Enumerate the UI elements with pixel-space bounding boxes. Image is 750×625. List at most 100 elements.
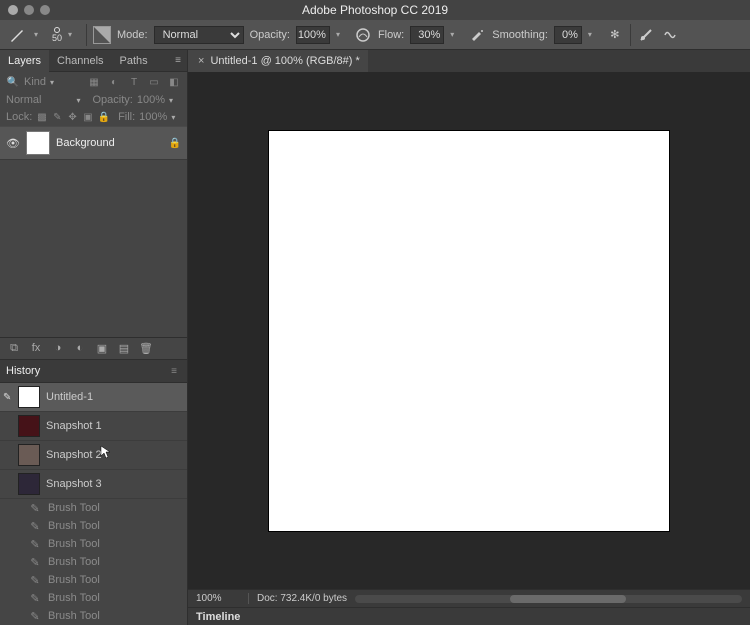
brush-preset-picker[interactable]: 50 — [52, 27, 62, 43]
smoothing-dropdown[interactable]: ▾ — [588, 30, 600, 39]
add-mask-icon[interactable]: ◑ — [50, 342, 66, 355]
document-tab-label: Untitled-1 @ 100% (RGB/8#) * — [210, 55, 359, 67]
history-state-label: Brush Tool — [48, 520, 100, 532]
pressure-size-icon[interactable] — [637, 26, 655, 44]
lock-icon: 🔒 — [169, 138, 181, 149]
visibility-eye-icon[interactable]: 👁 — [6, 137, 20, 150]
zoom-level[interactable]: 100% — [188, 593, 248, 604]
snapshot-thumbnail — [18, 473, 40, 495]
brush-icon: ✎ — [28, 609, 42, 623]
filter-adjust-icon[interactable]: ◐ — [107, 75, 121, 89]
canvas[interactable] — [269, 131, 669, 531]
brush-icon: ✎ — [28, 573, 42, 587]
snapshot-label: Untitled-1 — [46, 391, 93, 403]
lock-brush-icon[interactable]: ✎ — [52, 110, 63, 124]
snapshot-label: Snapshot 3 — [46, 478, 102, 490]
canvas-viewport[interactable] — [188, 72, 750, 589]
lock-position-icon[interactable]: ✥ — [67, 110, 78, 124]
layers-list: 👁 Background 🔒 — [0, 126, 187, 160]
layer-blend-dropdown[interactable]: ▾ — [77, 96, 89, 105]
window-maximize-button[interactable] — [40, 5, 50, 15]
brush-tool-icon[interactable] — [6, 24, 28, 46]
history-panel-menu-icon[interactable]: ≡ — [167, 364, 181, 378]
history-state[interactable]: ✎ Brush Tool — [0, 571, 187, 589]
history-snapshot[interactable]: Snapshot 2 — [0, 441, 187, 470]
close-tab-icon[interactable]: × — [198, 55, 204, 67]
history-snapshot[interactable]: Snapshot 3 — [0, 470, 187, 499]
lock-transparent-icon[interactable]: ▩ — [36, 110, 47, 124]
lock-all-icon[interactable]: 🔒 — [98, 110, 110, 124]
blend-mode-select[interactable]: Normal — [154, 26, 244, 44]
layer-blend-mode[interactable]: Normal — [6, 94, 73, 106]
layer-fx-icon[interactable]: fx — [28, 342, 44, 355]
history-snapshot[interactable]: Snapshot 1 — [0, 412, 187, 441]
layers-panel-menu-icon[interactable]: ≡ — [175, 55, 187, 66]
tab-channels[interactable]: Channels — [49, 50, 111, 72]
history-state[interactable]: ✎Brush Tool — [0, 499, 187, 517]
link-layers-icon[interactable]: ⧉ — [6, 342, 22, 355]
filter-shape-icon[interactable]: ▭ — [147, 75, 161, 89]
horizontal-scrollbar[interactable] — [355, 595, 742, 603]
smoothing-options-icon[interactable]: ✻ — [606, 26, 624, 44]
snapshot-thumbnail — [18, 386, 40, 408]
filter-pixel-icon[interactable]: ▦ — [87, 75, 101, 89]
new-group-icon[interactable]: ▣ — [94, 342, 110, 355]
snapshot-label: Snapshot 1 — [46, 420, 102, 432]
options-bar: ▾ 50 ▾ Mode: Normal Opacity: 100% ▾ Flow… — [0, 20, 750, 50]
history-list: ✎ Untitled-1 Snapshot 1 Snapshot 2 Snaps… — [0, 383, 187, 625]
mouse-cursor-icon — [100, 445, 112, 459]
window-minimize-button[interactable] — [24, 5, 34, 15]
mode-label: Mode: — [117, 29, 148, 41]
opacity-dropdown[interactable]: ▾ — [336, 30, 348, 39]
kind-filter[interactable]: Kind — [24, 76, 46, 88]
fill-label: Fill: — [118, 111, 135, 123]
airbrush-icon[interactable] — [468, 26, 486, 44]
layers-panel-footer: ⧉ fx ◑ ◐ ▣ ▤ 🗑 — [0, 337, 187, 359]
history-state[interactable]: ✎Brush Tool — [0, 553, 187, 571]
history-state[interactable]: ✎Brush Tool — [0, 607, 187, 625]
kind-dropdown[interactable]: ▾ — [50, 78, 62, 87]
brush-settings-icon[interactable] — [93, 26, 111, 44]
fill-value[interactable]: 100% — [139, 111, 167, 123]
window-close-button[interactable] — [8, 5, 18, 15]
brush-preset-dropdown[interactable]: ▾ — [68, 30, 80, 39]
filter-type-icon[interactable]: T — [127, 75, 141, 89]
history-state[interactable]: ✎Brush Tool — [0, 535, 187, 553]
history-state-label: Brush Tool — [48, 574, 100, 586]
layer-opacity-dropdown[interactable]: ▾ — [169, 96, 181, 105]
pressure-opacity-icon[interactable] — [354, 26, 372, 44]
flow-dropdown[interactable]: ▾ — [450, 30, 462, 39]
timeline-panel-title[interactable]: Timeline — [188, 607, 750, 625]
new-layer-icon[interactable]: ▤ — [116, 342, 132, 355]
symmetry-icon[interactable] — [661, 26, 679, 44]
flow-label: Flow: — [378, 29, 404, 41]
fill-dropdown[interactable]: ▾ — [171, 113, 181, 122]
history-snapshot[interactable]: ✎ Untitled-1 — [0, 383, 187, 412]
smoothing-field[interactable]: 0% — [554, 26, 582, 44]
lock-artboard-icon[interactable]: ▣ — [82, 110, 93, 124]
tool-preset-dropdown[interactable]: ▾ — [34, 30, 46, 39]
history-state[interactable]: ✎Brush Tool — [0, 517, 187, 535]
doc-info[interactable]: Doc: 732.4K/0 bytes — [248, 593, 347, 604]
layer-opacity-value[interactable]: 100% — [137, 94, 165, 106]
flow-field[interactable]: 30% — [410, 26, 444, 44]
layer-thumbnail[interactable] — [26, 131, 50, 155]
filter-smart-icon[interactable]: ◧ — [167, 75, 181, 89]
tab-layers[interactable]: Layers — [0, 50, 49, 72]
timeline-label: Timeline — [196, 611, 240, 623]
window-title: Adobe Photoshop CC 2019 — [0, 3, 750, 17]
status-bar: 100% Doc: 732.4K/0 bytes — [188, 589, 750, 607]
left-panels: Layers Channels Paths ≡ 🔍 Kind ▾ ▦ ◐ T ▭… — [0, 50, 188, 625]
history-state[interactable]: ✎Brush Tool — [0, 589, 187, 607]
history-source-icon[interactable]: ✎ — [3, 392, 11, 403]
opacity-field[interactable]: 100% — [296, 26, 330, 44]
layer-row[interactable]: 👁 Background 🔒 — [0, 126, 187, 160]
history-state-label: Brush Tool — [48, 538, 100, 550]
delete-layer-icon[interactable]: 🗑 — [138, 342, 154, 355]
layer-opacity-label: Opacity: — [93, 94, 133, 106]
document-tab[interactable]: × Untitled-1 @ 100% (RGB/8#) * — [188, 50, 368, 72]
history-state-label: Brush Tool — [48, 556, 100, 568]
tab-paths[interactable]: Paths — [112, 50, 156, 72]
history-state-label: Brush Tool — [48, 502, 100, 514]
new-adjustment-icon[interactable]: ◐ — [72, 342, 88, 355]
